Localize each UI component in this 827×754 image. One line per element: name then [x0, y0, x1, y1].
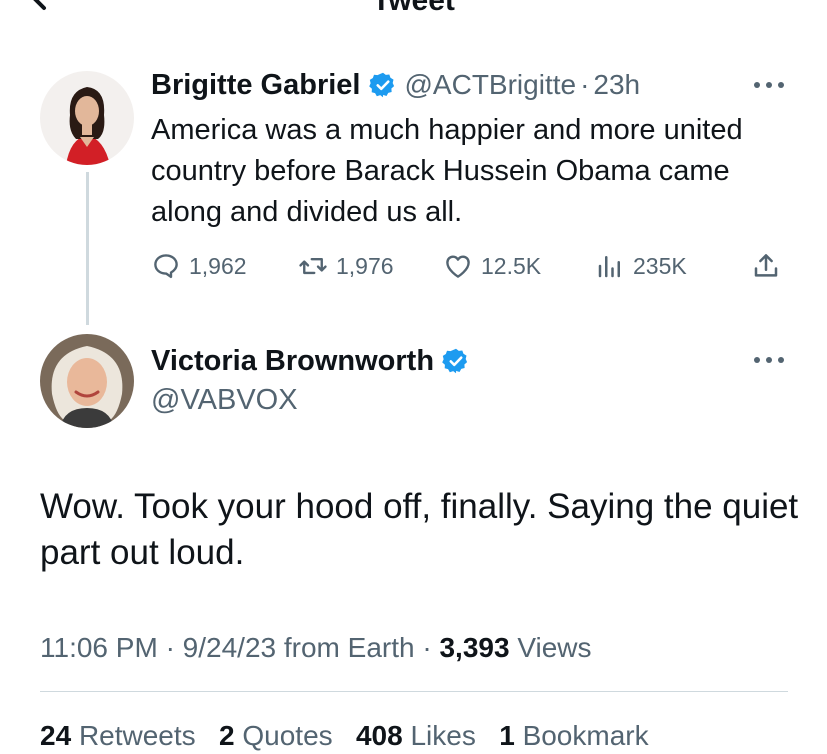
retweet-icon: [299, 257, 327, 275]
quotes-stat[interactable]: 2 Quotes: [219, 720, 333, 751]
bookmarks-stat[interactable]: 1 Bookmark: [499, 720, 648, 751]
quotes-total: 2: [219, 720, 235, 751]
tweet-meta: 11:06 PM · 9/24/23 from Earth · 3,393 Vi…: [40, 630, 592, 666]
thread-line: [86, 172, 89, 325]
avatar-brigitte[interactable]: [40, 71, 134, 165]
parent-author-name[interactable]: Brigitte Gabriel: [151, 69, 361, 102]
tweet-time[interactable]: 11:06 PM: [40, 632, 158, 663]
share-icon: [754, 254, 778, 277]
tweet-date[interactable]: 9/24/23: [183, 632, 276, 663]
parent-tweet-actions: 1,962 1,976 12.5K 235K: [151, 246, 791, 286]
retweets-stat[interactable]: 24 Retweets: [40, 720, 196, 751]
avatar-victoria[interactable]: [40, 334, 134, 428]
views-total: 3,393: [439, 632, 510, 663]
retweet-count: 1,976: [336, 252, 394, 279]
bookmarks-total: 1: [499, 720, 515, 751]
parent-tweet-text: America was a much happier and more unit…: [151, 114, 743, 228]
main-author-row[interactable]: Victoria Brownworth: [151, 342, 478, 380]
like-count: 12.5K: [481, 252, 542, 279]
time-separator: ·: [580, 69, 590, 100]
more-options-icon[interactable]: [752, 355, 786, 365]
reply-count: 1,962: [189, 252, 247, 279]
engagement-stats: 24 Retweets 2 Quotes 408 Likes 1 Bookmar…: [40, 718, 649, 754]
reply-button[interactable]: 1,962: [151, 246, 247, 286]
views-button[interactable]: 235K: [595, 246, 687, 286]
reply-icon: [154, 254, 178, 279]
divider: [40, 691, 788, 692]
parent-author-handle[interactable]: @ACTBrigitte: [405, 69, 577, 101]
verified-badge-icon: [442, 348, 468, 374]
parent-author-row[interactable]: Brigitte Gabriel @ACTBrigitte · 23h: [151, 66, 640, 104]
retweets-label: Retweets: [78, 720, 196, 751]
tweet-source: from Earth: [283, 632, 415, 663]
main-tweet-text: Wow. Took your hood off, finally. Saying…: [40, 487, 799, 572]
analytics-icon: [598, 256, 620, 278]
views-count: 235K: [633, 252, 687, 279]
share-button[interactable]: [751, 246, 789, 286]
meta-separator: ·: [165, 632, 175, 663]
likes-label: Likes: [410, 720, 476, 751]
parent-tweet-time[interactable]: 23h: [593, 69, 640, 101]
main-author-handle[interactable]: @VABVOX: [151, 382, 298, 418]
quotes-label: Quotes: [242, 720, 333, 751]
heart-icon: [446, 255, 470, 278]
retweets-total: 24: [40, 720, 72, 751]
main-author-name[interactable]: Victoria Brownworth: [151, 345, 434, 378]
verified-badge-icon: [368, 72, 394, 98]
page-title: Tweet: [372, 0, 455, 17]
likes-stat[interactable]: 408 Likes: [356, 720, 476, 751]
retweet-button[interactable]: 1,976: [298, 246, 394, 286]
likes-total: 408: [355, 720, 403, 751]
bookmarks-label: Bookmark: [522, 720, 649, 751]
more-options-icon[interactable]: [752, 80, 786, 90]
meta-separator: ·: [422, 632, 432, 663]
views-label: Views: [517, 632, 592, 663]
like-button[interactable]: 12.5K: [443, 246, 541, 286]
